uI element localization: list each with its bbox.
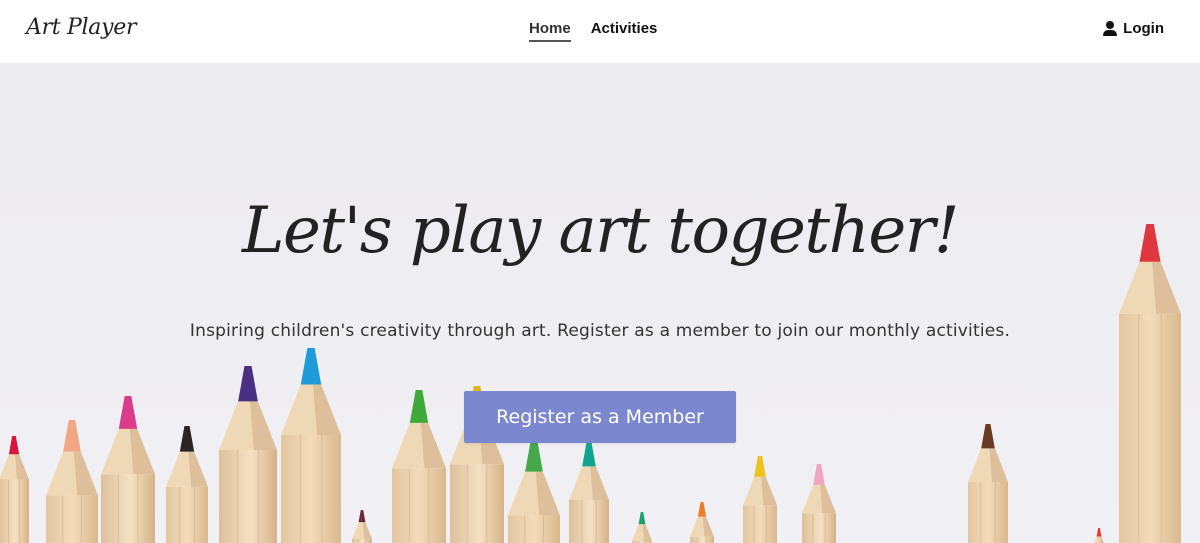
pencil: [101, 396, 155, 543]
nav-activities-link[interactable]: Activities: [591, 20, 658, 42]
hero-section: Let's play art together! Inspiring child…: [0, 64, 1200, 543]
pencil: [632, 512, 652, 543]
register-member-button[interactable]: Register as a Member: [464, 391, 736, 443]
pencil: [508, 440, 560, 543]
login-label: Login: [1123, 20, 1164, 37]
login-link[interactable]: Login: [1103, 20, 1164, 37]
main-nav: Home Activities: [529, 20, 657, 42]
pencil: [690, 502, 714, 543]
pencil: [219, 366, 277, 543]
hero-subtitle: Inspiring children's creativity through …: [189, 321, 1011, 341]
pencil: [968, 424, 1008, 543]
pencil: [392, 390, 446, 543]
brand-logo[interactable]: Art Player: [26, 15, 136, 40]
pencil: [1094, 528, 1104, 543]
pencil: [352, 510, 372, 543]
pencil: [46, 420, 98, 543]
colored-pencils-image: [0, 224, 1181, 543]
nav-home-link[interactable]: Home: [529, 20, 571, 42]
pencil: [166, 426, 208, 543]
pencil: [743, 456, 777, 543]
hero-title: Let's play art together!: [242, 194, 960, 268]
pencil: [569, 442, 609, 543]
pencil: [802, 464, 836, 543]
pencil: [0, 436, 29, 543]
pencil: [281, 348, 341, 543]
pencil: [1119, 224, 1181, 543]
user-icon: [1103, 21, 1118, 36]
top-navbar: Art Player Home Activities Login: [0, 0, 1200, 64]
